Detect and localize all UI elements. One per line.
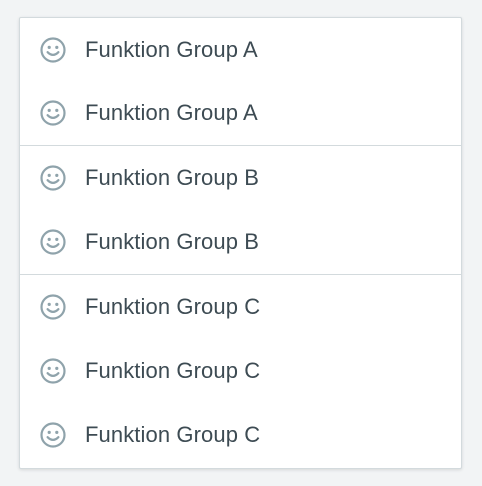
menu-item[interactable]: Funktion Group B (20, 146, 461, 210)
menu-group-a: Funktion Group A Funktion Group A (20, 18, 461, 145)
menu-item[interactable]: Funktion Group C (20, 339, 461, 403)
smiley-icon (39, 228, 67, 256)
menu-item-label: Funktion Group C (85, 294, 261, 319)
menu-group-c: Funktion Group C Funktion Group C Funkti… (20, 274, 461, 467)
menu-item-label: Funktion Group C (85, 422, 261, 447)
menu-item-label: Funktion Group C (85, 358, 261, 383)
menu-item-label: Funktion Group A (85, 36, 258, 62)
smiley-icon (39, 99, 67, 127)
menu-item-label: Funktion Group B (85, 229, 260, 254)
smiley-icon (39, 357, 67, 385)
menu-item[interactable]: Funktion Group C (20, 275, 461, 339)
menu-item-label: Funktion Group B (85, 165, 260, 190)
smiley-icon (39, 164, 67, 192)
menu-item[interactable]: Funktion Group A (20, 18, 461, 81)
smiley-icon (39, 421, 67, 449)
smiley-icon (39, 293, 67, 321)
menu-item[interactable]: Funktion Group B (20, 210, 461, 274)
menu-group-b: Funktion Group B Funktion Group B (20, 145, 461, 274)
menu-item[interactable]: Funktion Group A (20, 81, 461, 145)
smiley-icon (39, 36, 67, 64)
menu-item[interactable]: Funktion Group C (20, 403, 461, 467)
dropdown-menu: Funktion Group A Funktion Group A Funkti… (19, 17, 462, 469)
menu-item-label: Funktion Group A (85, 100, 258, 125)
